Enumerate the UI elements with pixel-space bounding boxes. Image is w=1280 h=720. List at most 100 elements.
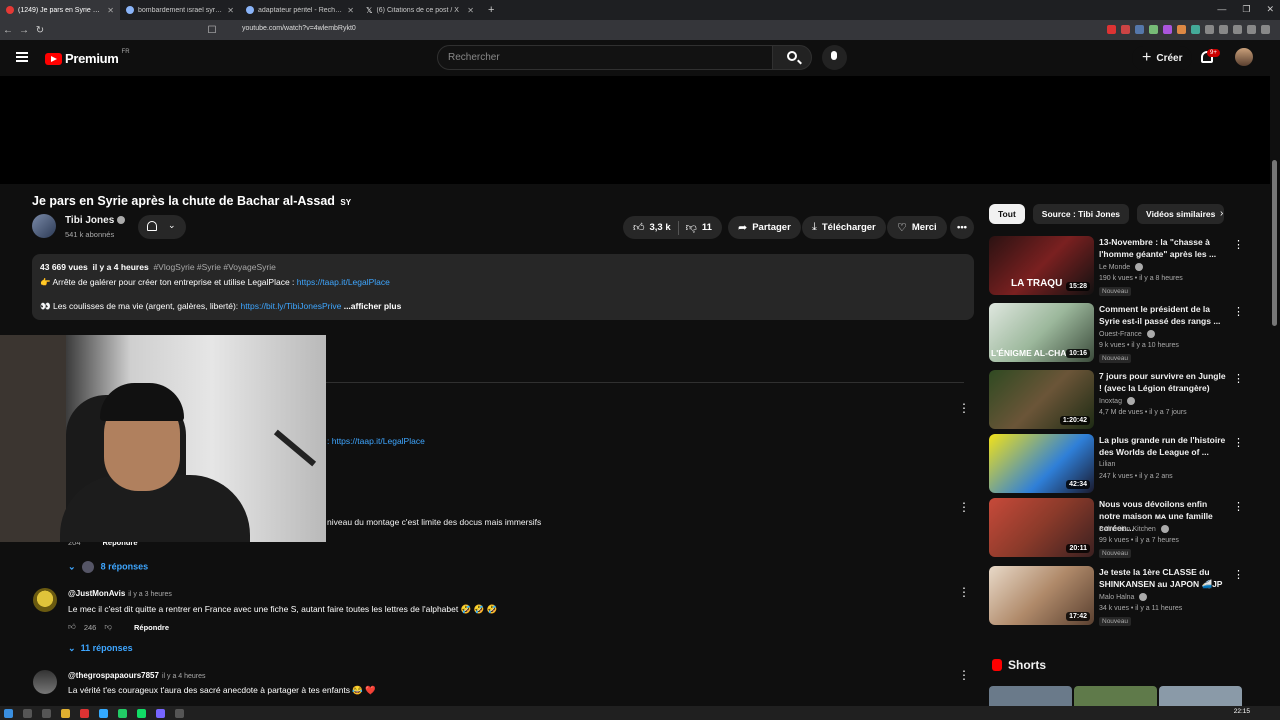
extension-icon[interactable] [1121,25,1130,34]
new-tab-button[interactable]: + [480,4,502,16]
back-icon[interactable]: ← [0,25,16,36]
voice-search-button[interactable] [822,45,847,70]
video-thumbnail[interactable]: 1:20:42 [989,370,1094,429]
video-title[interactable]: Je teste la 1ère CLASSE du SHINKANSEN au… [1099,566,1227,590]
thumbs-up-icon[interactable]: 👍︎ [68,622,76,632]
replies-toggle[interactable]: ⌄ 8 réponses [68,561,148,573]
download-button[interactable]: ⤓ Télécharger [802,216,886,239]
legalplace-link[interactable]: https://taap.it/LegalPlace [297,277,390,287]
app-icon[interactable] [99,708,108,718]
comment-menu-icon[interactable] [958,585,970,599]
recommended-video[interactable]: LA TRAQU 15:28 13-Novembre : la "chasse … [989,236,1244,296]
more-icon[interactable]: ⋮ [1233,500,1244,513]
close-icon[interactable]: ✕ [227,6,234,15]
video-description[interactable]: 43 669 vues il y a 4 heures #VlogSyrie #… [32,254,974,320]
browser-tab-x[interactable]: 𝕏 (6) Citations de ce post / X ✕ [360,0,480,20]
recommended-video[interactable]: 42:34 La plus grande run de l'histoire d… [989,434,1244,494]
recommended-video[interactable]: 17:42 Je teste la 1ère CLASSE du SHINKAN… [989,566,1244,626]
commenter-avatar[interactable] [33,588,57,612]
extension-icon[interactable] [1163,25,1172,34]
share-button[interactable]: ➦ Partager [728,216,801,239]
video-thumbnail[interactable]: 20:11 [989,498,1094,557]
comment-menu-icon[interactable] [958,668,970,682]
more-icon[interactable]: ⋮ [1233,238,1244,251]
video-channel[interactable]: Malo Halna [1099,593,1148,601]
search-icon[interactable] [23,708,32,718]
forward-icon[interactable]: → [16,25,32,36]
spotify-icon[interactable] [137,708,146,718]
more-icon[interactable]: ⋮ [1233,372,1244,385]
hamburger-menu-icon[interactable] [16,52,28,62]
private-link[interactable]: https://bit.ly/TibiJonesPrive [241,301,342,311]
search-input[interactable]: Rechercher [437,45,773,70]
page-scrollbar[interactable] [1272,160,1277,326]
short-thumbnail[interactable] [1159,686,1242,706]
chip-similar[interactable]: Vidéos similaires [1137,204,1225,224]
recommended-video[interactable]: 20:11 Nous vous dévoilons enfin notre ma… [989,498,1244,558]
short-thumbnail[interactable] [1074,686,1157,706]
extension-icon[interactable] [1233,25,1242,34]
video-channel[interactable]: Ouest-France [1099,330,1155,338]
video-thumbnail[interactable]: 17:42 [989,566,1094,625]
video-thumbnail[interactable]: L'ÉNIGME AL-CHA 10:16 [989,303,1094,362]
extension-icon[interactable] [1205,25,1214,34]
extension-icon[interactable] [1107,25,1116,34]
browser-icon[interactable] [80,708,89,718]
comment-menu-icon[interactable] [958,500,970,514]
video-channel[interactable]: Le Monde [1099,263,1144,271]
search-button[interactable] [772,45,812,70]
thumbs-up-icon[interactable]: 👍︎ [633,221,645,234]
account-avatar[interactable] [1235,48,1253,66]
video-title[interactable]: 13-Novembre : la "chasse à l'homme géant… [1099,236,1227,260]
video-thumbnail[interactable]: 42:34 [989,434,1094,493]
short-thumbnail[interactable] [989,686,1072,706]
close-window-icon[interactable]: ✕ [1266,4,1274,15]
bookmark-icon[interactable]: ☐ [204,25,220,36]
comment-author[interactable]: @JustMonAvis il y a 3 heures [68,589,172,598]
close-icon[interactable]: ✕ [347,6,354,15]
reply-button[interactable]: Répondre [134,623,169,632]
recommended-video[interactable]: L'ÉNIGME AL-CHA 10:16 Comment le préside… [989,303,1244,363]
reload-icon[interactable]: ↻ [32,25,48,36]
commenter-avatar[interactable] [33,670,57,694]
recommended-video[interactable]: 1:20:42 7 jours pour survivre en Jungle … [989,370,1244,430]
browser-tab-google-2[interactable]: adaptateur péritel - Recherche Goog ✕ [240,0,360,20]
comment-menu-icon[interactable] [958,401,970,415]
show-more-button[interactable]: ...afficher plus [344,301,402,311]
chip-all[interactable]: Tout [989,204,1025,224]
thumbs-down-icon[interactable]: 👎︎ [686,221,697,234]
replies-toggle[interactable]: ⌄ 11 réponses [68,643,133,654]
browser-tab-google-1[interactable]: bombardement israel syrie damas - R ✕ [120,0,240,20]
video-channel[interactable]: Lilian [1099,461,1115,468]
maximize-icon[interactable]: ❐ [1242,4,1250,15]
video-title[interactable]: Comment le président de la Syrie est-il … [1099,303,1227,327]
chevron-right-icon[interactable]: › [1220,208,1223,219]
chip-source[interactable]: Source : Tibi Jones [1032,204,1130,224]
extension-icon[interactable] [1219,25,1228,34]
hashtags[interactable]: #VlogSyrie #Syrie #VoyageSyrie [153,262,275,272]
video-player[interactable] [0,76,1270,184]
more-actions-button[interactable]: ••• [950,216,974,239]
channel-name[interactable]: Tibi Jones [65,215,126,226]
start-icon[interactable] [4,708,13,718]
extension-icon[interactable] [1177,25,1186,34]
thumbs-down-icon[interactable]: 👎︎ [104,622,112,632]
menu-icon[interactable] [1261,25,1270,34]
pinned-comment-link[interactable]: : https://taap.it/LegalPlace [327,436,425,446]
folder-icon[interactable] [61,708,70,718]
extension-icon[interactable] [1135,25,1144,34]
like-count[interactable]: 3,3 k [650,222,671,233]
whatsapp-icon[interactable] [118,708,127,718]
minimize-icon[interactable]: — [1217,4,1226,15]
video-channel[interactable]: Inoxtag [1099,397,1135,405]
extension-icon[interactable] [1191,25,1200,34]
thanks-button[interactable]: ♡ Merci [887,216,947,239]
app-icon[interactable] [175,708,184,718]
more-icon[interactable]: ⋮ [1233,305,1244,318]
youtube-premium-logo[interactable]: Premium FR [45,49,130,66]
video-thumbnail[interactable]: LA TRAQU 15:28 [989,236,1094,295]
comment-author[interactable]: @thegrospapaours7857 il y a 4 heures [68,671,206,680]
video-title[interactable]: La plus grande run de l'histoire des Wor… [1099,434,1227,458]
discord-icon[interactable] [156,708,165,718]
video-title[interactable]: 7 jours pour survivre en Jungle ! (avec … [1099,370,1227,394]
